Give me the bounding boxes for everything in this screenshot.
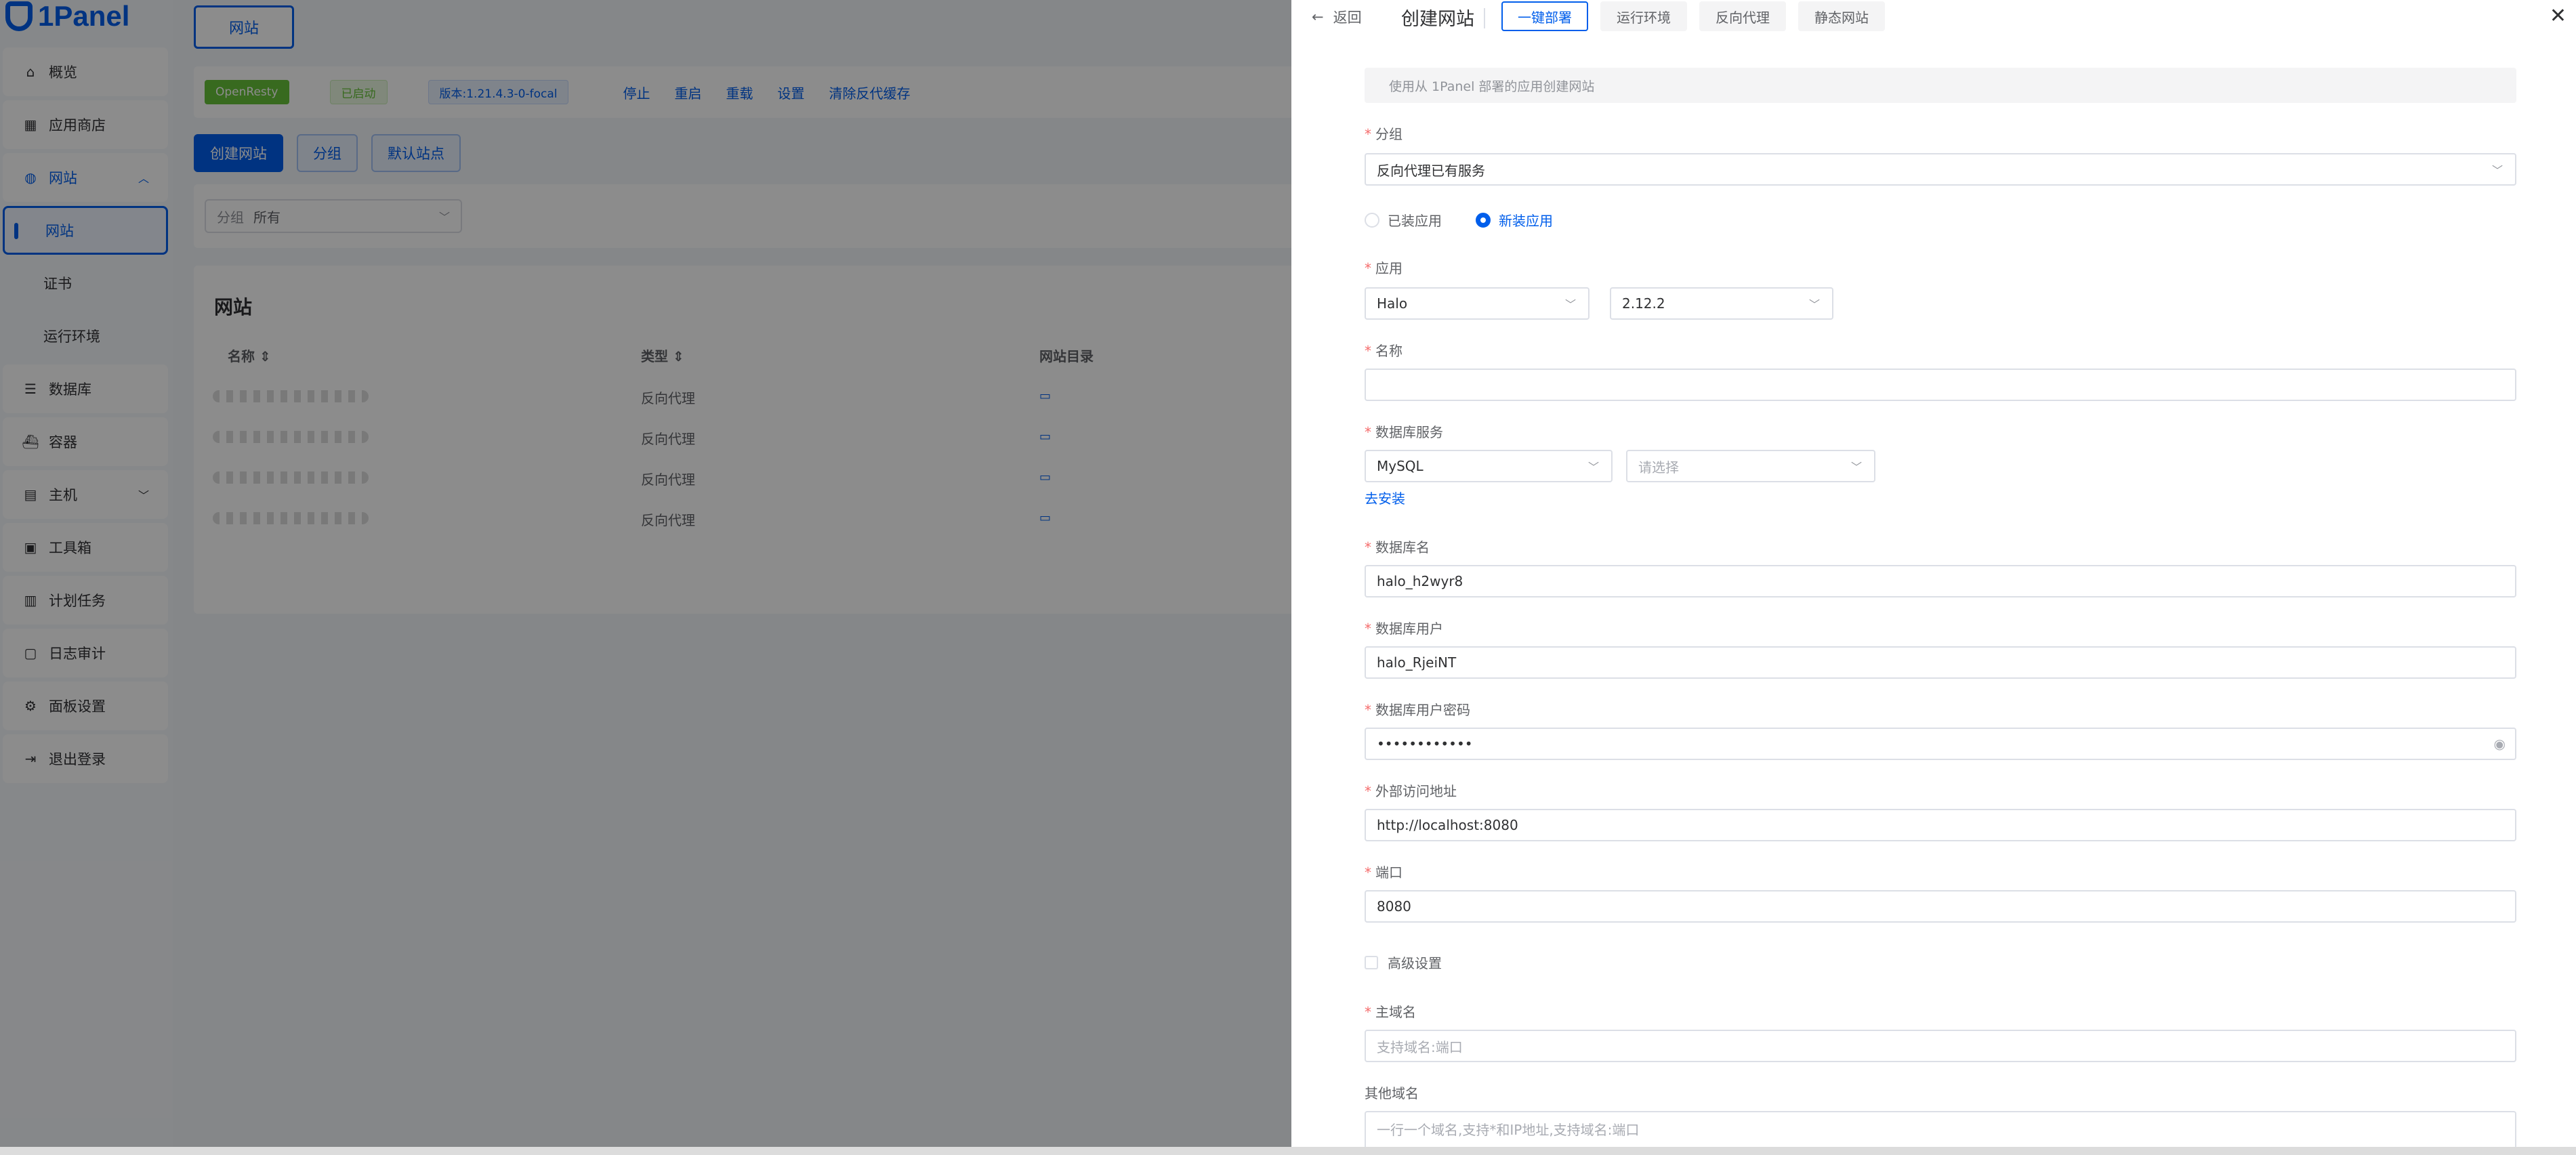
chevron-down-icon: ﹀: [1587, 461, 1599, 474]
port-input[interactable]: 8080: [1365, 890, 2516, 923]
eye-icon[interactable]: ◉: [2494, 736, 2506, 752]
group-label: * 分组: [1365, 126, 1403, 142]
close-icon[interactable]: ✕: [2550, 4, 2567, 28]
primary-domain-input[interactable]: 支持域名:端口: [1365, 1030, 2516, 1062]
db-user-input[interactable]: halo_RjeiNT: [1365, 646, 2516, 679]
other-domains-textarea[interactable]: 一行一个域名,支持*和IP地址,支持域名:端口: [1365, 1111, 2516, 1152]
bottom-scrollbar[interactable]: [0, 1147, 2576, 1155]
advanced-settings-checkbox[interactable]: 高级设置: [1365, 952, 1442, 972]
db-password-label: * 数据库用户密码: [1365, 702, 1470, 718]
primary-domain-label: * 主域名: [1365, 1004, 1416, 1020]
divider: [1484, 8, 1485, 28]
db-type-select[interactable]: MySQL ﹀: [1365, 450, 1613, 482]
db-password-input[interactable]: •••••••••••• ◉: [1365, 728, 2516, 760]
port-label: * 端口: [1365, 864, 1403, 881]
chevron-down-icon: ﹀: [2491, 164, 2503, 177]
info-alert: 使用从 1Panel 部署的应用创建网站: [1365, 68, 2516, 103]
db-user-label: * 数据库用户: [1365, 621, 1443, 637]
group-select[interactable]: 反向代理已有服务 ﹀: [1365, 153, 2516, 186]
radio-new-app[interactable]: 新装应用: [1476, 210, 1553, 230]
name-input[interactable]: [1365, 369, 2516, 401]
chevron-down-icon: ﹀: [1808, 298, 1820, 311]
db-name-input[interactable]: halo_h2wyr8: [1365, 565, 2516, 597]
tab-runtime[interactable]: 运行环境: [1600, 1, 1687, 31]
external-url-label: * 外部访问地址: [1365, 783, 1457, 799]
app-label: * 应用: [1365, 260, 1403, 276]
radio-installed-app[interactable]: 已装应用: [1365, 210, 1442, 230]
external-url-input[interactable]: http://localhost:8080: [1365, 809, 2516, 841]
drawer-title: 创建网站: [1401, 9, 1474, 30]
chevron-down-icon: ﹀: [1850, 461, 1862, 474]
app-source-radio-group: 已装应用 新装应用: [1365, 210, 1553, 230]
db-name-label: * 数据库名: [1365, 539, 1430, 555]
back-button[interactable]: ← 返回: [1312, 7, 1362, 27]
tab-reverse-proxy[interactable]: 反向代理: [1699, 1, 1786, 31]
name-label: * 名称: [1365, 343, 1403, 359]
install-db-link[interactable]: 去安装: [1365, 488, 1405, 507]
chevron-down-icon: ﹀: [1564, 298, 1576, 311]
other-domains-label: 其他域名: [1365, 1085, 1419, 1101]
create-website-drawer: ← 返回 创建网站 一键部署 运行环境 反向代理 静态网站 ✕ 使用从 1Pan…: [1291, 0, 2576, 1155]
arrow-left-icon: ←: [1312, 9, 1324, 25]
deploy-type-tabs: 一键部署 运行环境 反向代理 静态网站: [1501, 1, 1885, 31]
drawer-header: ← 返回 创建网站 一键部署 运行环境 反向代理 静态网站 ✕: [1291, 0, 2576, 35]
db-instance-select[interactable]: 请选择 ﹀: [1626, 450, 1875, 482]
tab-one-click-deploy[interactable]: 一键部署: [1501, 1, 1588, 31]
app-select[interactable]: Halo ﹀: [1365, 287, 1590, 320]
db-service-label: * 数据库服务: [1365, 424, 1443, 440]
tab-static-site[interactable]: 静态网站: [1798, 1, 1885, 31]
app-version-select[interactable]: 2.12.2 ﹀: [1610, 287, 1833, 320]
